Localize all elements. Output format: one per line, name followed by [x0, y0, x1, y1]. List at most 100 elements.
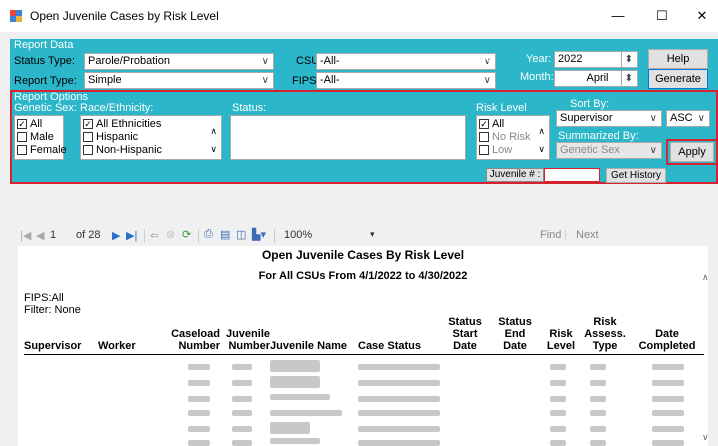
scroll-down-arrow-icon[interactable]: ∨: [702, 432, 709, 443]
checkbox-icon[interactable]: [17, 145, 27, 156]
race-hispanic[interactable]: Hispanic: [83, 131, 219, 144]
juvenile-number-input[interactable]: [544, 168, 600, 182]
race-all[interactable]: ✓ All Ethnicities: [83, 118, 219, 131]
summarized-by-select[interactable]: Genetic Sex ∨: [556, 142, 662, 159]
genetic-sex-all[interactable]: ✓ All: [17, 118, 61, 131]
sort-by-select[interactable]: Supervisor ∨: [556, 110, 662, 127]
next-link[interactable]: Next: [576, 229, 599, 241]
help-button[interactable]: Help: [648, 49, 708, 69]
month-spinner[interactable]: April ⬍: [554, 70, 638, 87]
checkbox-icon[interactable]: [17, 132, 27, 143]
year-spinner[interactable]: 2022 ⬍: [554, 51, 638, 68]
month-label: Month:: [520, 71, 554, 83]
fips-filter-text: FIPS:All: [24, 292, 64, 304]
chevron-down-icon: ∨: [261, 56, 269, 67]
chevron-down-icon: ∨: [697, 113, 705, 124]
scroll-down-icon[interactable]: ∨: [538, 144, 545, 155]
report-type-select[interactable]: Simple ∨: [84, 72, 274, 89]
checkbox-icon[interactable]: [83, 132, 93, 143]
title-bar: Open Juvenile Cases by Risk Level — ☐ ✕: [0, 0, 718, 32]
zoom-select[interactable]: 100%: [284, 229, 312, 241]
scroll-up-icon[interactable]: ∧: [210, 126, 217, 137]
page-setup-icon[interactable]: ◫: [236, 228, 246, 241]
col-worker: Worker: [98, 340, 136, 352]
genetic-sex-male[interactable]: Male: [17, 131, 61, 144]
chevron-down-icon: ∨: [261, 75, 269, 86]
risk-low[interactable]: Low: [479, 144, 547, 157]
fips-select[interactable]: -All- ∨: [316, 72, 496, 89]
stop-icon[interactable]: ⊗: [166, 228, 175, 241]
find-separator: |: [564, 229, 567, 241]
zoom-chevron-icon[interactable]: ▾: [370, 229, 375, 240]
print-layout-icon[interactable]: ▤: [220, 228, 230, 241]
csu-select[interactable]: -All- ∨: [316, 53, 496, 70]
export-icon[interactable]: ▙▾: [252, 228, 266, 241]
juvenile-number-label: Juvenile # :: [486, 168, 544, 182]
maximize-button[interactable]: ☐: [648, 6, 676, 26]
report-body: Open Juvenile Cases By Risk Level For Al…: [18, 246, 709, 446]
next-page-icon[interactable]: ▶: [112, 229, 120, 242]
genetic-sex-female[interactable]: Female: [17, 144, 67, 157]
first-page-icon[interactable]: |◀: [20, 229, 31, 242]
scroll-up-arrow-icon[interactable]: ∧: [702, 272, 709, 283]
filter-text: Filter: None: [24, 304, 81, 316]
chevron-down-icon: ∨: [649, 113, 657, 124]
scroll-down-icon[interactable]: ∨: [210, 144, 217, 155]
generate-button[interactable]: Generate: [648, 69, 708, 89]
close-button[interactable]: ✕: [688, 6, 716, 26]
risk-all[interactable]: ✓ All: [479, 118, 547, 131]
checkbox-icon[interactable]: [479, 132, 489, 143]
find-link[interactable]: Find: [540, 229, 561, 241]
redacted-rows: [18, 358, 708, 446]
col-status-end: Status End Date: [498, 316, 532, 352]
report-subtitle: For All CSUs From 4/1/2022 to 4/30/2022: [258, 270, 468, 282]
sort-by-label: Sort By:: [570, 98, 610, 110]
report-title: Open Juvenile Cases By Risk Level: [261, 248, 465, 262]
checkbox-icon[interactable]: [83, 145, 93, 156]
window-title: Open Juvenile Cases by Risk Level: [30, 9, 219, 23]
back-icon[interactable]: ⇐: [150, 229, 159, 242]
checkbox-checked-icon[interactable]: ✓: [17, 119, 27, 130]
previous-page-icon[interactable]: ◀: [36, 229, 44, 242]
report-type-label: Report Type:: [14, 75, 77, 87]
year-label: Year:: [526, 53, 552, 65]
apply-button[interactable]: Apply: [670, 142, 714, 162]
race-list[interactable]: ✓ All Ethnicities Hispanic Non-Hispanic ∧…: [80, 115, 222, 160]
status-type-label: Status Type:: [14, 55, 75, 67]
risk-no-risk[interactable]: No Risk: [479, 131, 547, 144]
scroll-up-icon[interactable]: ∧: [538, 126, 545, 137]
col-date-completed: Date Completed: [638, 328, 696, 352]
status-list[interactable]: [230, 115, 466, 160]
refresh-icon[interactable]: ⟳: [182, 228, 191, 241]
page-count: of 28: [76, 229, 101, 241]
header-rule: [24, 354, 704, 355]
chevron-down-icon: ∨: [649, 145, 657, 156]
report-panel: Report Data Status Type: Parole/Probatio…: [10, 39, 718, 184]
col-supervisor: Supervisor: [24, 340, 82, 352]
checkbox-icon[interactable]: [479, 145, 489, 156]
genetic-sex-list[interactable]: ✓ All Male Female: [14, 115, 67, 160]
spinner-arrows-icon[interactable]: ⬍: [620, 52, 633, 67]
mouse-cursor-icon: ⇖: [482, 51, 496, 68]
minimize-button[interactable]: —: [604, 6, 632, 26]
status-label: Status:: [232, 102, 267, 114]
race-non-hispanic[interactable]: Non-Hispanic: [83, 144, 219, 157]
last-page-icon[interactable]: ▶|: [126, 229, 137, 242]
checkbox-checked-icon[interactable]: ✓: [83, 119, 93, 130]
genetic-sex-label: Genetic Sex:: [14, 102, 77, 114]
spinner-arrows-icon[interactable]: ⬍: [620, 71, 633, 86]
sort-direction-select[interactable]: ASC ∨: [666, 110, 710, 127]
col-risk-level: Risk Level: [546, 328, 576, 352]
chevron-down-icon: ∨: [483, 75, 491, 86]
status-type-select[interactable]: Parole/Probation ∨: [84, 53, 274, 70]
risk-level-label: Risk Level: [476, 102, 527, 114]
current-page-input[interactable]: 1: [50, 229, 56, 241]
risk-level-list[interactable]: ✓ All No Risk Low ∧ ∨: [476, 115, 550, 160]
col-risk-assess: Risk Assess. Type: [584, 316, 626, 352]
col-juvenile-number: Juvenile Number: [225, 328, 270, 352]
app-icon: [10, 10, 22, 22]
checkbox-checked-icon[interactable]: ✓: [479, 119, 489, 130]
race-label: Race/Ethnicity:: [80, 102, 154, 114]
get-history-button[interactable]: Get History: [606, 168, 666, 183]
print-icon[interactable]: ⎙: [204, 228, 213, 241]
